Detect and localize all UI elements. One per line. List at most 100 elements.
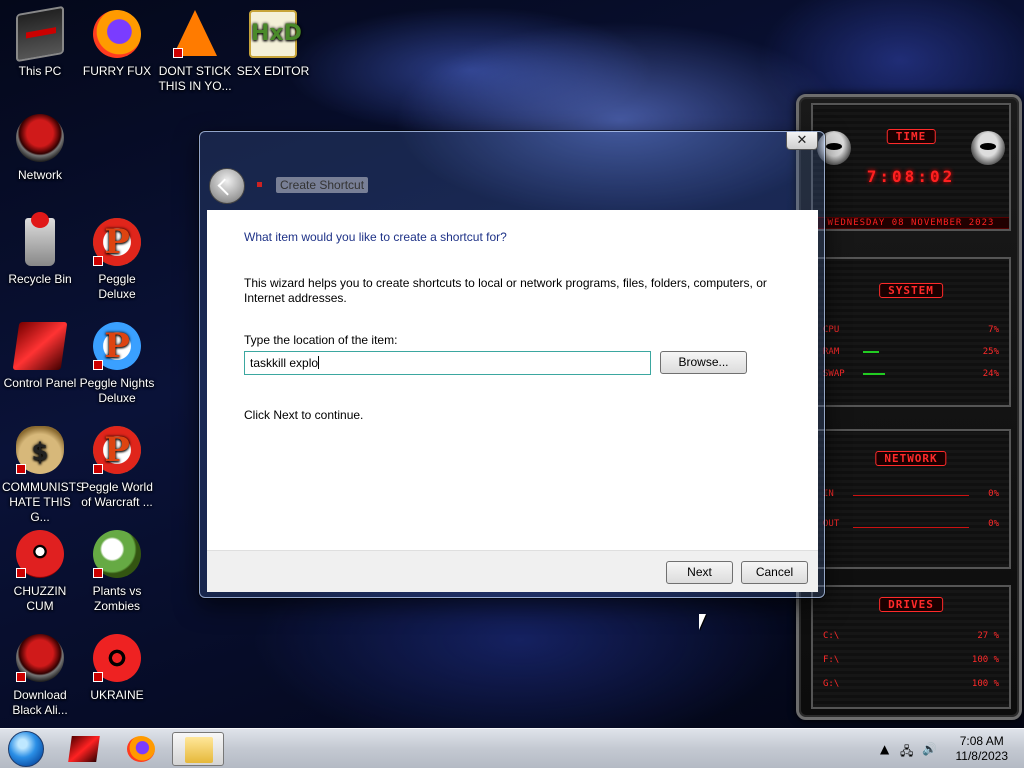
desktop-icon-label: Recycle Bin: [8, 272, 72, 286]
widget-row-value: 7%: [988, 325, 999, 335]
widget-clock: 7:08:02: [866, 167, 956, 186]
widget-row-value: 25%: [982, 347, 999, 357]
desktop-icon-label: Peggle Deluxe: [98, 272, 136, 301]
vlc-cone-icon: [173, 10, 217, 58]
desktop-icon-label: Plants vs Zombies: [92, 584, 142, 613]
widget-net-in-graph: [853, 495, 969, 496]
taskbar-app-file-explorer[interactable]: [172, 732, 224, 766]
shortcut-badge-icon: [93, 672, 103, 682]
widget-time-title: TIME: [886, 129, 936, 144]
peggle-icon: P: [93, 218, 141, 266]
desktop-icon-label: Download Black Ali...: [12, 688, 68, 717]
desktop-icon-furry-fux[interactable]: FURRY FUX: [77, 10, 157, 79]
widget-row-key: F:\: [823, 655, 840, 665]
widget-row-key: RAM: [823, 347, 840, 357]
desktop-icon-sex-editor[interactable]: HxD SEX EDITOR: [233, 10, 313, 79]
network-status-icon[interactable]: 🖧: [900, 742, 913, 763]
taskbar-app-alien[interactable]: [58, 732, 110, 766]
plants-vs-zombies-icon: [93, 530, 141, 578]
taskbar-clock[interactable]: 7:08 AM 11/8/2023: [956, 734, 1009, 764]
desktop-icon-label: COMMUNISTS HATE THIS G...: [2, 480, 84, 524]
volume-icon[interactable]: 🔊: [922, 742, 937, 756]
widget-date: WEDNESDAY 08 NOVEMBER 2023: [813, 217, 1009, 229]
desktop-icon-communists[interactable]: $ COMMUNISTS HATE THIS G...: [0, 426, 84, 525]
hxd-icon: HxD: [249, 10, 302, 58]
desktop-icon-peggle-deluxe[interactable]: P Peggle Deluxe: [77, 218, 157, 302]
widget-row-key: SWAP: [823, 369, 845, 379]
desktop-icon-label: FURRY FUX: [82, 64, 152, 78]
location-input-value: taskkill explo: [250, 356, 319, 370]
firefox-icon: [127, 736, 155, 762]
widget-row-key: C:\: [823, 631, 840, 641]
alien-app-icon: [68, 736, 100, 762]
desktop-icon-chuzzin-cum[interactable]: CHUZZIN CUM: [0, 530, 80, 614]
widget-net-out-graph: [853, 527, 969, 528]
widget-system-title: SYSTEM: [879, 283, 943, 298]
alien-skull-icon: [971, 131, 1005, 165]
shortcut-badge-icon: [16, 672, 26, 682]
widget-row-value: 24%: [982, 369, 999, 379]
widget-drives-title: DRIVES: [879, 597, 943, 612]
desktop-icon-label: Peggle Nights Deluxe: [79, 376, 155, 405]
radiation-icon: [93, 634, 141, 682]
desktop-icon-peggle-nights[interactable]: P Peggle Nights Deluxe: [77, 322, 157, 406]
dialog-description: This wizard helps you to create shortcut…: [244, 276, 767, 305]
start-button[interactable]: [8, 731, 44, 767]
widget-row-key: CPU: [823, 325, 840, 335]
desktop-icon-label: UKRAINE: [90, 688, 144, 702]
dialog-title: Create Shortcut: [276, 177, 369, 193]
shortcut-badge-icon: [93, 568, 103, 578]
create-shortcut-dialog: ✕ Create Shortcut What item would you li…: [199, 131, 825, 598]
desktop-icon-control-panel[interactable]: Control Panel: [0, 322, 80, 391]
system-monitor-widget[interactable]: TIME 7:08:02 WEDNESDAY 08 NOVEMBER 2023 …: [796, 94, 1022, 720]
taskbar-time: 7:08 AM: [959, 734, 1004, 748]
recycle-bin-icon: [25, 212, 55, 266]
chuzzle-icon: [16, 530, 64, 578]
continue-text: Click Next to continue.: [244, 408, 364, 422]
back-arrow-icon[interactable]: [209, 168, 245, 204]
alien-network-icon: [16, 114, 64, 162]
location-label: Type the location of the item:: [244, 333, 398, 347]
taskbar-app-firefox[interactable]: [115, 732, 167, 766]
firefox-icon: [93, 10, 141, 58]
location-input[interactable]: taskkill explo: [244, 351, 651, 375]
desktop-icon-label: CHUZZIN CUM: [13, 584, 67, 613]
shortcut-badge-icon: [16, 568, 26, 578]
desktop-icon-label: SEX EDITOR: [236, 64, 310, 78]
peggle-nights-icon: P: [93, 322, 141, 370]
dialog-heading: What item would you like to create a sho…: [244, 230, 507, 244]
desktop-icon-plants-vs-zombies[interactable]: Plants vs Zombies: [77, 530, 157, 614]
system-tray: ▲ 🖧 🔊 7:08 AM 11/8/2023: [864, 729, 1024, 768]
desktop-icon-dont-stick[interactable]: DONT STICK THIS IN YO...: [155, 10, 235, 94]
desktop-icon-download-black-alien[interactable]: Download Black Ali...: [0, 634, 80, 718]
close-button[interactable]: ✕: [786, 132, 818, 150]
shortcut-badge-icon: [173, 48, 183, 58]
desktop-icon-label: DONT STICK THIS IN YO...: [158, 64, 232, 93]
desktop-icon-label: Peggle World of Warcraft ...: [81, 480, 153, 509]
widget-row-key: G:\: [823, 679, 840, 689]
widget-network-section: NETWORK IN 0% OUT 0%: [811, 429, 1011, 569]
browse-button[interactable]: Browse...: [660, 351, 747, 374]
widget-drives-section: DRIVES C:\ 27 % F:\ 100 % G:\ 100 %: [811, 585, 1011, 709]
widget-ram-bar: [863, 351, 879, 353]
widget-network-title: NETWORK: [875, 451, 947, 466]
widget-row-value: 0%: [988, 489, 999, 499]
shortcut-wizard-icon: [257, 182, 262, 187]
show-hidden-icons-icon[interactable]: ▲: [880, 742, 889, 756]
desktop-icon-label: Control Panel: [3, 376, 77, 390]
desktop-icon-ukraine[interactable]: UKRAINE: [77, 634, 157, 703]
desktop-icon-network[interactable]: Network: [0, 114, 80, 183]
mouse-pointer-icon: [699, 614, 706, 630]
folder-icon: [185, 737, 213, 763]
shortcut-badge-icon: [93, 360, 103, 370]
taskbar: ▲ 🖧 🔊 7:08 AM 11/8/2023: [0, 728, 1024, 768]
peggle-wow-icon: P: [93, 426, 141, 474]
desktop-icon-this-pc[interactable]: This PC: [0, 5, 80, 79]
cancel-button[interactable]: Cancel: [741, 561, 808, 584]
desktop-icon-recycle-bin[interactable]: Recycle Bin: [0, 212, 80, 287]
next-button[interactable]: Next: [666, 561, 733, 584]
shortcut-badge-icon: [93, 464, 103, 474]
desktop-icon-peggle-wow[interactable]: P Peggle World of Warcraft ...: [77, 426, 157, 510]
taskbar-date: 11/8/2023: [955, 749, 1009, 763]
desktop-icon-label: This PC: [18, 64, 62, 78]
